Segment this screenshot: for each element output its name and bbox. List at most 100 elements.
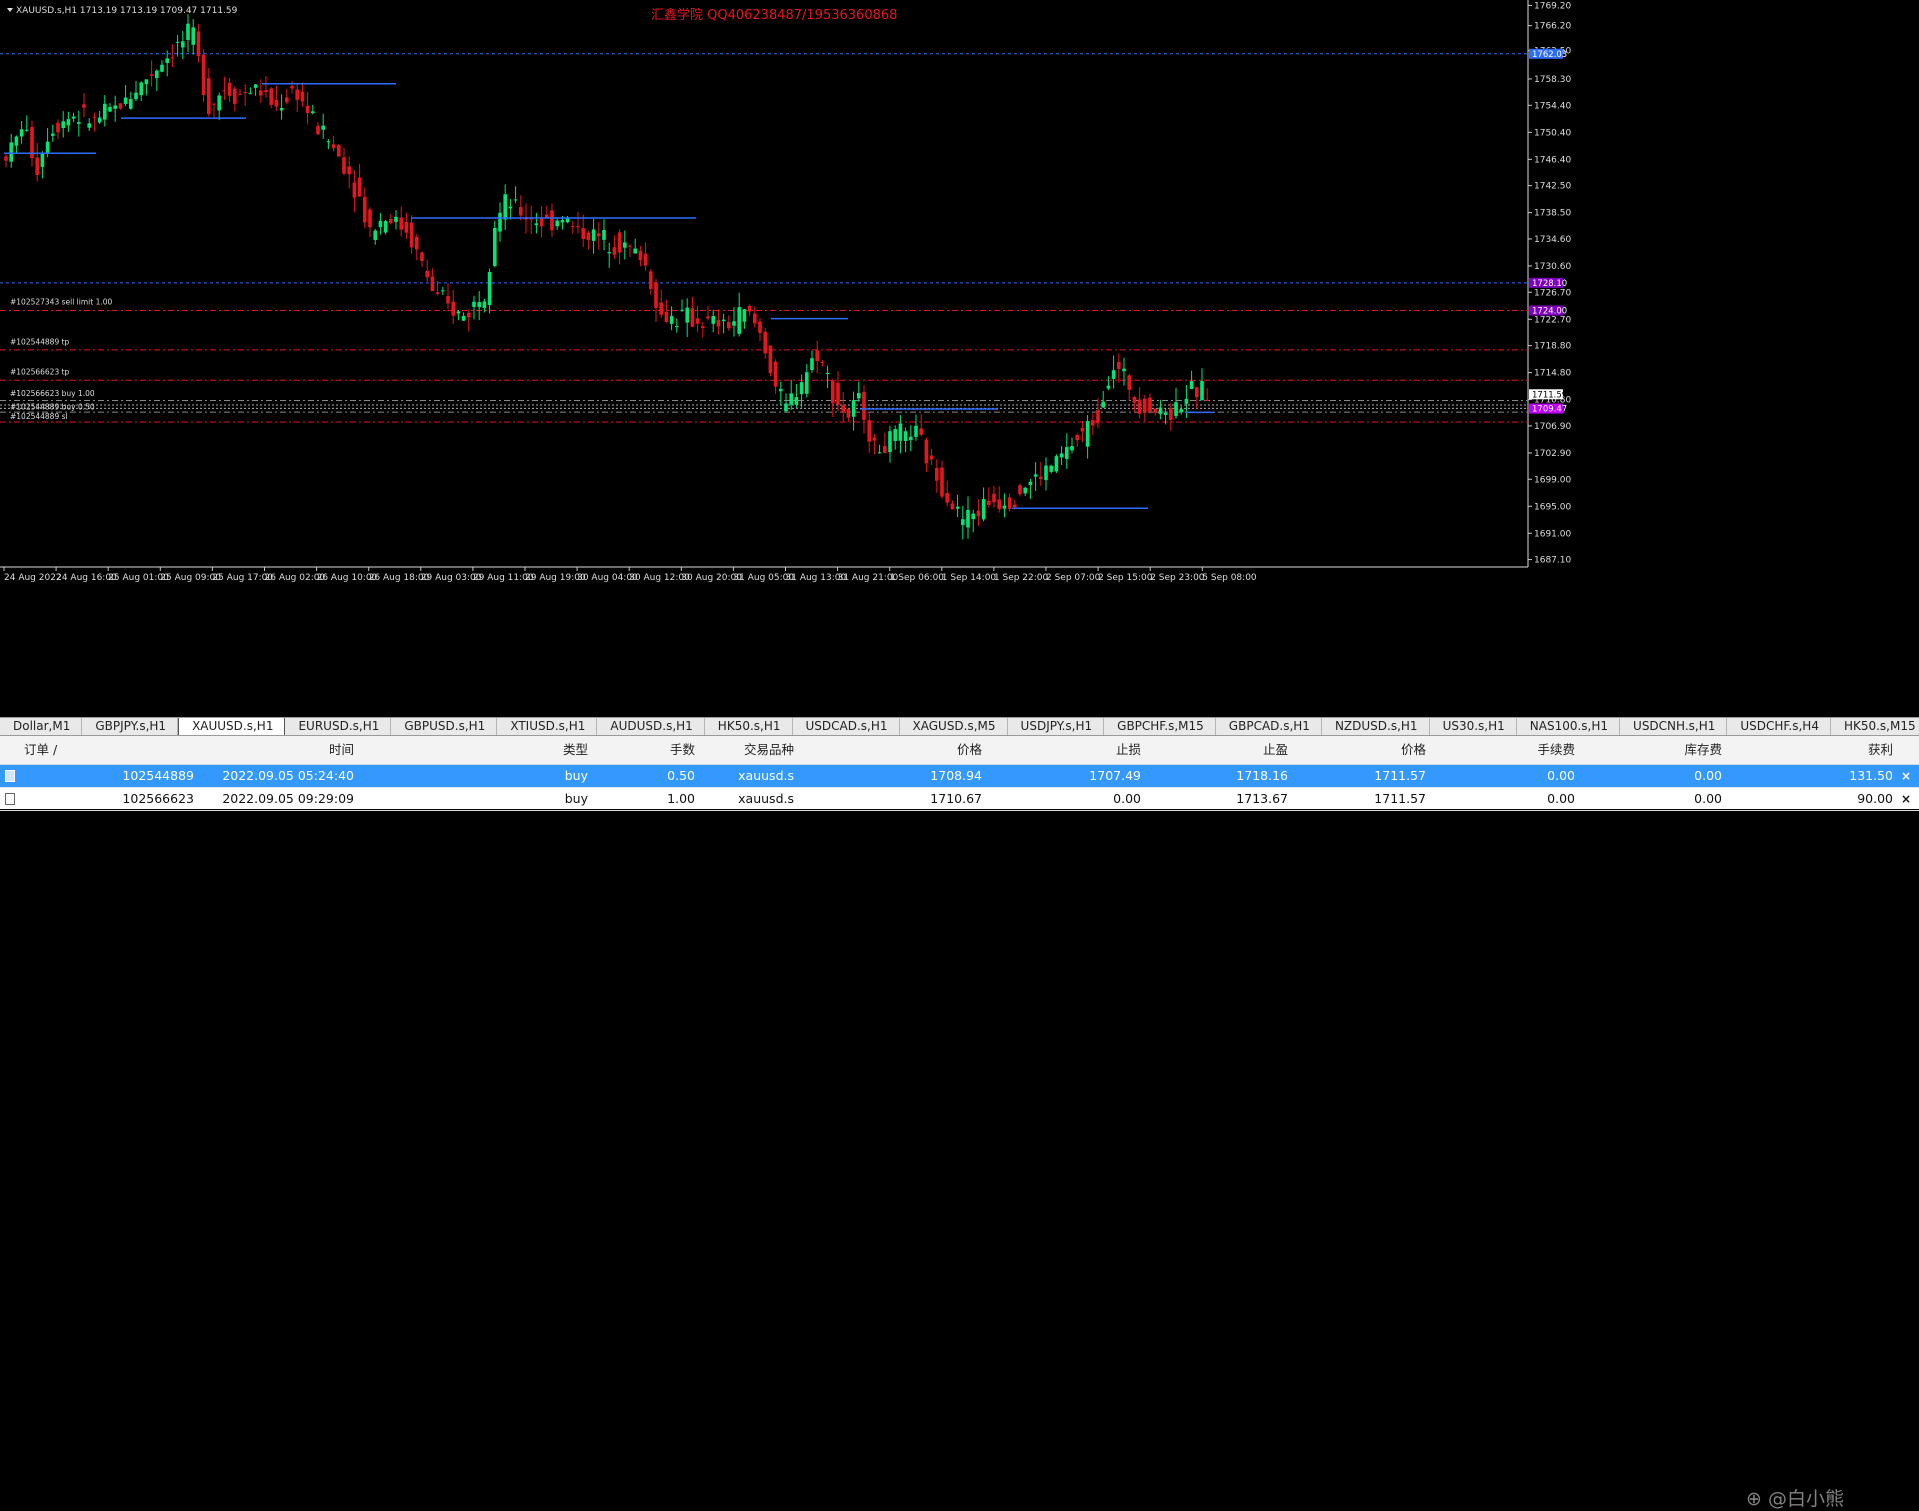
price-tick-label: 1706.90: [1534, 422, 1571, 432]
candle-body: [186, 23, 190, 40]
candle-body: [404, 221, 409, 233]
col-order[interactable]: 订单 /: [0, 736, 200, 764]
tab-gbpjpy-s-h1[interactable]: GBPJPY.s,H1: [82, 718, 179, 735]
candle-body: [914, 425, 918, 437]
candle-body: [144, 79, 149, 85]
candle-body: [1075, 434, 1079, 441]
tab-audusd-s-h1[interactable]: AUDUSD.s,H1: [597, 718, 705, 735]
col-swap[interactable]: 库存费: [1581, 736, 1728, 764]
time-tick-label: 1 Sep 06:00: [890, 573, 945, 583]
candle-body: [1033, 474, 1038, 477]
candle-body: [1070, 446, 1074, 451]
candle-body: [1028, 481, 1033, 485]
tab-hk50-s-h1[interactable]: HK50.s,H1: [705, 718, 793, 735]
candle-body: [1111, 370, 1116, 379]
candle-body: [976, 510, 981, 517]
candle-body: [1143, 398, 1147, 413]
col-tp[interactable]: 止盈: [1147, 736, 1294, 764]
tab-usdcnh-s-h1[interactable]: USDCNH.s,H1: [1620, 718, 1728, 735]
candle-body: [123, 97, 128, 104]
candle-body: [721, 319, 726, 322]
close-order-icon[interactable]: ×: [1901, 765, 1911, 787]
price-tick-label: 1699.00: [1534, 475, 1571, 485]
candle-body: [71, 116, 76, 119]
candle-body: [467, 312, 471, 318]
candle-body: [555, 220, 559, 227]
candle-body: [493, 227, 497, 266]
candle-body: [628, 245, 632, 247]
price-chart[interactable]: 1769.201766.201762.501758.301754.401750.…: [0, 0, 1919, 717]
tab-xauusd-s-h1[interactable]: XAUUSD.s,H1: [178, 718, 286, 735]
candle-body: [727, 321, 731, 329]
candle-body: [1018, 485, 1022, 495]
candle-body: [586, 232, 591, 240]
tab-usdcad-s-h1[interactable]: USDCAD.s,H1: [793, 718, 900, 735]
col-lots[interactable]: 手数: [594, 736, 701, 764]
close-order-icon[interactable]: ×: [1901, 788, 1911, 810]
tab-xagusd-s-m5[interactable]: XAGUSD.s,M5: [900, 718, 1008, 735]
candle-body: [498, 212, 502, 232]
tab-xtiusd-s-h1[interactable]: XTIUSD.s,H1: [497, 718, 598, 735]
candle-body: [4, 156, 8, 161]
candle-body: [191, 27, 195, 45]
candle-body: [441, 290, 445, 292]
candle-body: [139, 82, 143, 96]
candle-body: [607, 252, 611, 254]
candle-body: [9, 142, 13, 162]
tab-nzdusd-s-h1[interactable]: NZDUSD.s,H1: [1322, 718, 1430, 735]
candle-body: [966, 509, 970, 528]
candle-body: [981, 499, 986, 520]
col-sl[interactable]: 止损: [988, 736, 1147, 764]
candle-body: [623, 242, 627, 248]
candle-body: [368, 209, 372, 228]
col-commission[interactable]: 手续费: [1432, 736, 1581, 764]
tab-gbpchf-s-m15[interactable]: GBPCHF.s,M15: [1104, 718, 1216, 735]
price-tick-label: 1750.40: [1534, 128, 1571, 138]
price-tick-label: 1758.30: [1534, 75, 1571, 85]
col-cur-price[interactable]: 价格: [1294, 736, 1432, 764]
price-tick-label: 1754.40: [1534, 101, 1571, 111]
candle-body: [1158, 407, 1163, 414]
candle-body: [243, 92, 247, 94]
candlestick-chart-svg[interactable]: 1769.201766.201762.501758.301754.401750.…: [0, 0, 1919, 717]
col-time[interactable]: 时间: [200, 736, 360, 764]
candle-body: [789, 393, 793, 405]
candle-body: [149, 74, 154, 76]
tab-eurusd-s-h1[interactable]: EURUSD.s,H1: [285, 718, 392, 735]
trade-icon: [5, 793, 15, 805]
candle-body: [222, 90, 227, 92]
candle-body: [337, 145, 341, 157]
tab-nas100-s-h1[interactable]: NAS100.s,H1: [1517, 718, 1621, 735]
tab-us30-s-h1[interactable]: US30.s,H1: [1430, 718, 1517, 735]
tab-usdjpy-s-h1[interactable]: USDJPY.s,H1: [1008, 718, 1105, 735]
candle-body: [347, 166, 351, 175]
candle-body: [550, 210, 554, 231]
candle-body: [430, 276, 435, 292]
candle-body: [290, 85, 294, 89]
col-symbol[interactable]: 交易品种: [701, 736, 800, 764]
watermark-logo: ⊕ @白小熊: [1746, 1488, 1844, 1510]
candle-body: [1101, 401, 1105, 408]
table-row[interactable]: 102544889 2022.09.05 05:24:40 buy 0.50 x…: [0, 765, 1919, 788]
tab-gbpcad-s-h1[interactable]: GBPCAD.s,H1: [1216, 718, 1322, 735]
col-type[interactable]: 类型: [360, 736, 594, 764]
candle-body: [264, 90, 268, 93]
candle-body: [51, 133, 55, 136]
candle-body: [940, 467, 944, 497]
tab-gbpusd-s-h1[interactable]: GBPUSD.s,H1: [391, 718, 498, 735]
candle-body: [815, 350, 819, 362]
candle-body: [331, 144, 336, 149]
candle-body: [633, 248, 637, 254]
candle-body: [1059, 453, 1064, 458]
order-label: #102544889 buy 0.50: [10, 403, 95, 412]
candle-body: [649, 271, 653, 290]
price-tick-label: 1734.60: [1534, 235, 1571, 245]
col-profit[interactable]: 获利: [1728, 736, 1899, 764]
tab-hk50-s-m15[interactable]: HK50.s,M15: [1831, 718, 1919, 735]
tab-dollar-m1[interactable]: Dollar,M1: [0, 718, 83, 735]
candle-body: [321, 125, 325, 130]
col-price[interactable]: 价格: [800, 736, 988, 764]
table-row[interactable]: 102566623 2022.09.05 09:29:09 buy 1.00 x…: [0, 788, 1919, 811]
time-tick-label: 2 Sep 23:00: [1150, 573, 1205, 583]
tab-usdchf-s-h4[interactable]: USDCHF.s,H4: [1727, 718, 1831, 735]
